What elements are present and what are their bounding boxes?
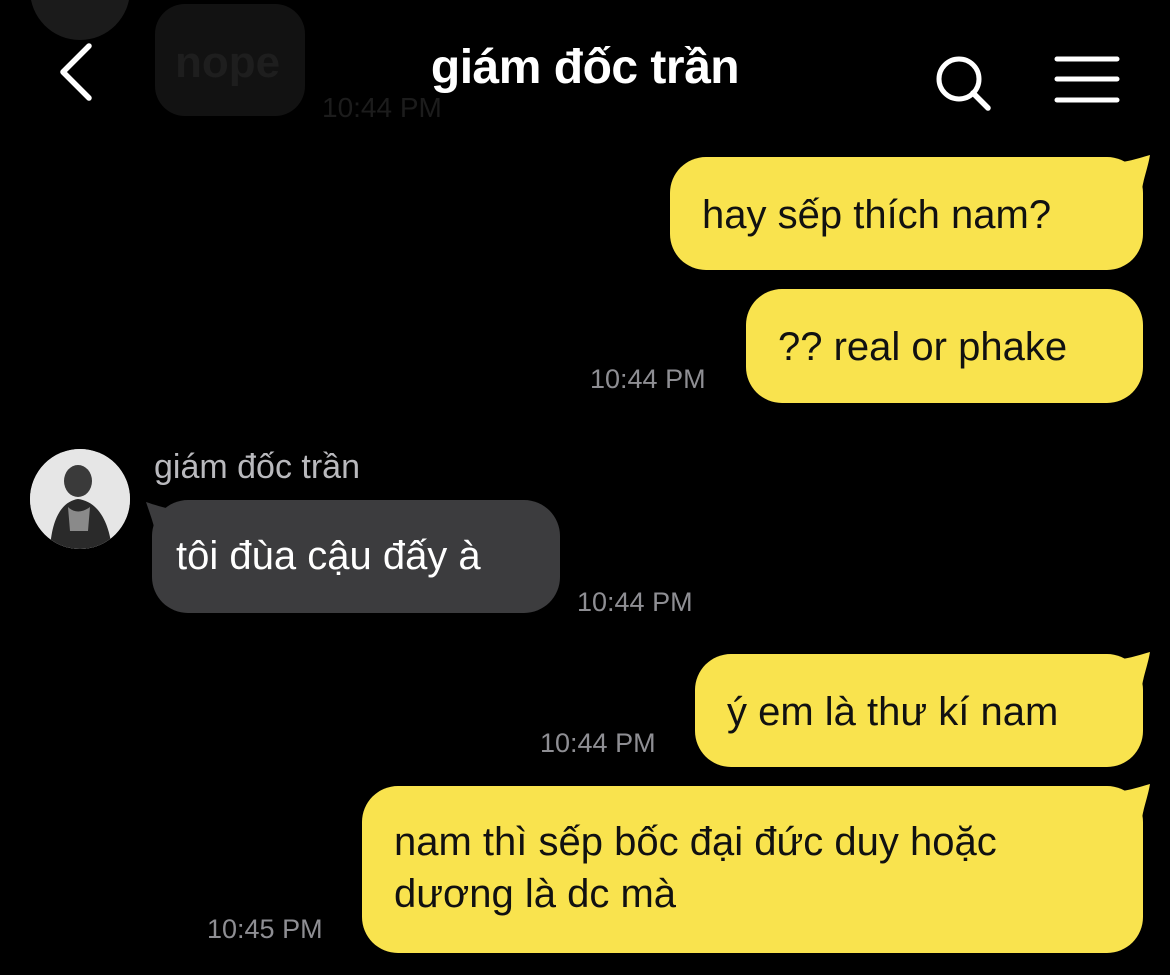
bubble-tail — [1110, 652, 1150, 686]
message-bubble-outgoing[interactable]: ý em là thư kí nam — [695, 654, 1143, 767]
message-text: ?? real or phake — [778, 325, 1068, 369]
search-button[interactable] — [932, 52, 996, 116]
message-timestamp: 10:44 PM — [540, 728, 656, 758]
menu-button[interactable] — [1054, 54, 1120, 108]
sender-name: giám đốc trần — [154, 448, 360, 486]
message-bubble-outgoing[interactable]: hay sếp thích nam? — [670, 157, 1143, 270]
search-icon — [936, 56, 991, 111]
message-text-line: dương là dc mà — [394, 872, 677, 916]
message-bubble-incoming[interactable]: tôi đùa cậu đấy à — [152, 500, 560, 613]
avatar[interactable] — [30, 449, 130, 549]
message-text: ý em là thư kí nam — [727, 690, 1059, 734]
message-text: hay sếp thích nam? — [702, 193, 1052, 237]
message-timestamp: 10:44 PM — [590, 364, 706, 394]
chat-header: giám đốc trần — [0, 0, 1170, 140]
bubble-tail — [146, 502, 184, 536]
bubble-tail — [1110, 784, 1150, 818]
bubble-tail — [1110, 155, 1150, 189]
message-bubble-outgoing[interactable]: nam thì sếp bốc đại đức duy hoặc dương l… — [362, 786, 1143, 953]
hamburger-menu-icon — [1054, 56, 1120, 103]
message-text: tôi đùa cậu đấy à — [176, 534, 481, 578]
message-timestamp: 10:45 PM — [207, 914, 323, 944]
message-bubble-outgoing[interactable]: ?? real or phake — [746, 289, 1143, 403]
message-text-line: nam thì sếp bốc đại đức duy hoặc — [394, 820, 997, 864]
message-timestamp: 10:44 PM — [577, 587, 693, 617]
